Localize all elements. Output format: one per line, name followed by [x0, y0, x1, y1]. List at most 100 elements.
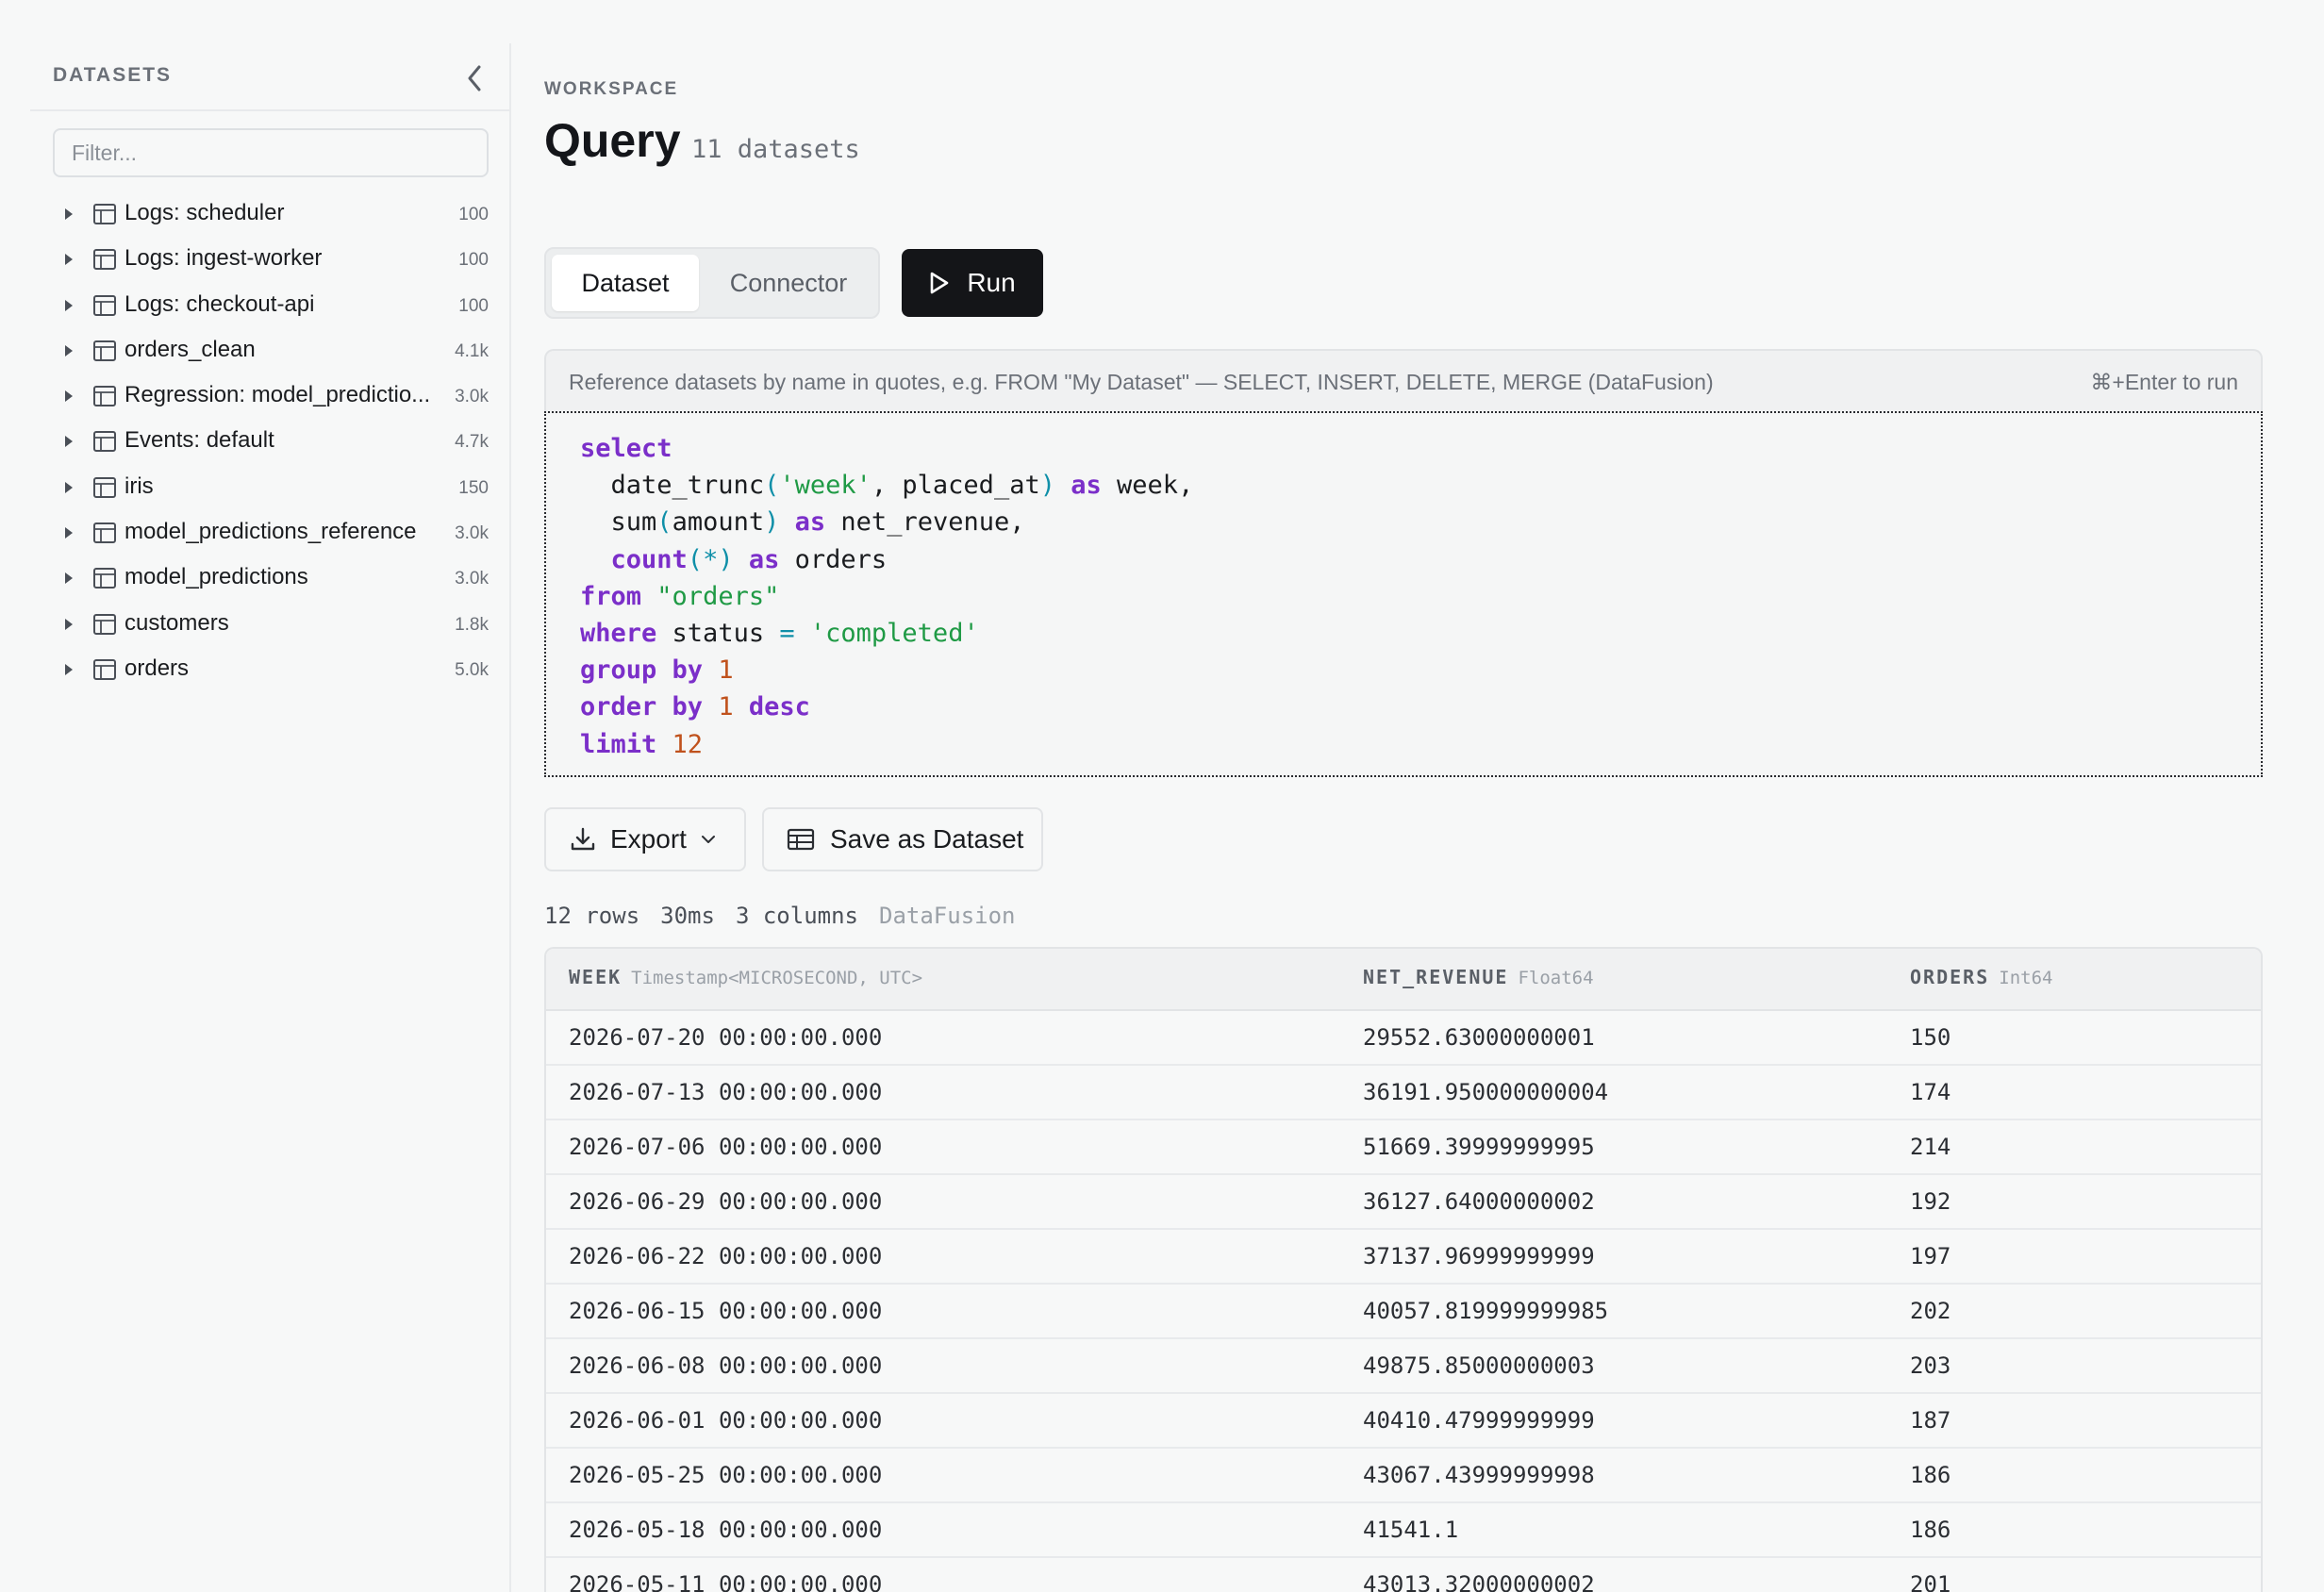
run-shortcut-hint: ⌘+Enter to run — [2090, 370, 2238, 394]
sidebar-dataset-item[interactable]: model_predictions_reference 3.0k — [30, 510, 511, 556]
table-row: 2026-07-20 00:00:00.000 29552.63000000001… — [546, 1011, 2261, 1066]
code-token: limit — [580, 729, 657, 759]
table-cell: 186 — [1910, 1462, 1951, 1488]
table-icon — [93, 476, 116, 498]
caret-right-icon[interactable] — [62, 525, 75, 540]
dataset-count: 11 datasets — [691, 135, 860, 164]
dataset-row-count: 1.8k — [455, 614, 489, 635]
sidebar-dataset-item[interactable]: Logs: ingest-worker 100 — [30, 237, 511, 282]
sidebar-dataset-item[interactable]: customers 1.8k — [30, 602, 511, 647]
table-cell: 36127.64000000002 — [1363, 1188, 1595, 1215]
caret-right-icon[interactable] — [62, 662, 75, 677]
dataset-filter-input[interactable] — [53, 128, 489, 177]
table-cell: 203 — [1910, 1352, 1951, 1379]
dataset-row-count: 4.1k — [455, 340, 489, 361]
sql-code[interactable]: select date_trunc('week', placed_at) as … — [580, 430, 1193, 763]
run-button[interactable]: Run — [902, 249, 1043, 317]
caret-right-icon[interactable] — [62, 298, 75, 313]
sidebar-dataset-item[interactable]: iris 150 — [30, 465, 511, 510]
caret-right-icon[interactable] — [62, 571, 75, 586]
code-token: 'completed' — [809, 619, 979, 649]
code-token: desc — [748, 692, 810, 722]
table-icon — [93, 568, 116, 589]
table-icon — [93, 204, 116, 224]
table-row: 2026-05-11 00:00:00.000 43013.32000000002… — [546, 1558, 2261, 1592]
main-panel: WORKSPACE Query 11 datasets Dataset Conn… — [544, 0, 2324, 1592]
table-cell: 214 — [1910, 1134, 1951, 1160]
table-cell: 2026-06-29 00:00:00.000 — [569, 1188, 883, 1215]
caret-right-icon[interactable] — [62, 389, 75, 404]
table-cell: 40057.819999999985 — [1363, 1298, 1609, 1324]
table-row: 2026-07-13 00:00:00.000 36191.95000000000… — [546, 1066, 2261, 1120]
table-cell: 2026-07-20 00:00:00.000 — [569, 1024, 883, 1051]
play-icon — [931, 272, 949, 294]
save-as-dataset-button[interactable]: Save as Dataset — [762, 807, 1043, 871]
table-icon — [93, 340, 116, 361]
caret-right-icon[interactable] — [62, 480, 75, 495]
dataset-name: Logs: ingest-worker — [124, 245, 323, 272]
code-token: from — [580, 581, 642, 611]
caret-right-icon[interactable] — [62, 252, 75, 267]
sidebar-dataset-item[interactable]: orders_clean 4.1k — [30, 328, 511, 373]
caret-right-icon[interactable] — [62, 207, 75, 222]
column-header-net-revenue[interactable]: NET_REVENUE Float64 — [1363, 966, 1594, 989]
table-row: 2026-05-25 00:00:00.000 43067.43999999998… — [546, 1449, 2261, 1503]
column-header-orders[interactable]: ORDERS Int64 — [1910, 966, 2052, 989]
dataset-name: customers — [124, 609, 229, 636]
caret-right-icon[interactable] — [62, 434, 75, 449]
code-token: 12 — [672, 729, 704, 759]
table-cell: 40410.47999999999 — [1363, 1407, 1595, 1434]
table-cell: 29552.63000000001 — [1363, 1024, 1595, 1051]
engine-label: DataFusion — [879, 903, 1016, 929]
tab-dataset[interactable]: Dataset — [552, 255, 699, 311]
table-cell: 2026-06-08 00:00:00.000 — [569, 1352, 883, 1379]
sidebar-dataset-item[interactable]: Logs: scheduler 100 — [30, 191, 511, 237]
code-token: group — [580, 655, 657, 686]
dataset-row-count: 100 — [458, 205, 489, 224]
sql-editor[interactable]: select date_trunc('week', placed_at) as … — [544, 411, 2263, 777]
dataset-name: model_predictions — [124, 564, 308, 590]
code-token: * — [703, 544, 719, 574]
code-token: amount — [672, 507, 765, 538]
table-cell: 187 — [1910, 1407, 1951, 1434]
column-header-week[interactable]: WEEK Timestamp<MICROSECOND, UTC> — [569, 966, 922, 989]
sidebar-dataset-item[interactable]: Logs: checkout-api 100 — [30, 283, 511, 328]
dataset-row-count: 100 — [458, 295, 489, 316]
table-header: WEEK Timestamp<MICROSECOND, UTC> NET_REVE… — [546, 949, 2261, 1011]
caret-right-icon[interactable] — [62, 617, 75, 632]
code-token: select — [580, 434, 672, 463]
dataset-name: Events: default — [124, 427, 274, 454]
table-row: 2026-06-08 00:00:00.000 49875.85000000003… — [546, 1339, 2261, 1394]
column-count: 3 columns — [735, 903, 858, 929]
table-row: 2026-06-29 00:00:00.000 36127.64000000002… — [546, 1175, 2261, 1230]
code-token: status — [672, 619, 765, 649]
sidebar: DATASETS Logs: scheduler100Logs: ingest-… — [30, 43, 511, 1592]
code-token: sum — [610, 507, 657, 538]
sidebar-dataset-item[interactable]: orders 5.0k — [30, 647, 511, 692]
query-time: 30ms — [660, 903, 715, 929]
code-token: where — [580, 619, 657, 649]
page-title: Query — [544, 114, 681, 167]
caret-right-icon[interactable] — [62, 343, 75, 358]
table-icon — [787, 828, 815, 851]
table-cell: 197 — [1910, 1243, 1951, 1269]
tab-connector[interactable]: Connector — [701, 255, 876, 311]
dataset-name: Logs: checkout-api — [124, 290, 315, 317]
table-cell: 186 — [1910, 1517, 1951, 1543]
code-token: orders — [794, 544, 888, 574]
table-row: 2026-07-06 00:00:00.000 51669.39999999995… — [546, 1120, 2261, 1175]
dataset-name: iris — [124, 473, 154, 499]
dataset-row-count: 150 — [458, 477, 489, 498]
export-button[interactable]: Export — [544, 807, 746, 871]
dataset-name: model_predictions_reference — [124, 519, 417, 545]
sidebar-dataset-item[interactable]: Events: default 4.7k — [30, 419, 511, 464]
dataset-row-count: 3.0k — [455, 523, 489, 544]
sidebar-dataset-item[interactable]: Regression: model_predictio... 3.0k — [30, 373, 511, 419]
sidebar-dataset-item[interactable]: model_predictions 3.0k — [30, 556, 511, 601]
results-table: WEEK Timestamp<MICROSECOND, UTC> NET_REVE… — [544, 947, 2263, 1592]
table-cell: 49875.85000000003 — [1363, 1352, 1595, 1379]
table-cell: 2026-05-18 00:00:00.000 — [569, 1517, 883, 1543]
run-label: Run — [967, 268, 1016, 297]
dataset-row-count: 5.0k — [455, 659, 489, 680]
collapse-sidebar-button[interactable] — [451, 55, 498, 102]
